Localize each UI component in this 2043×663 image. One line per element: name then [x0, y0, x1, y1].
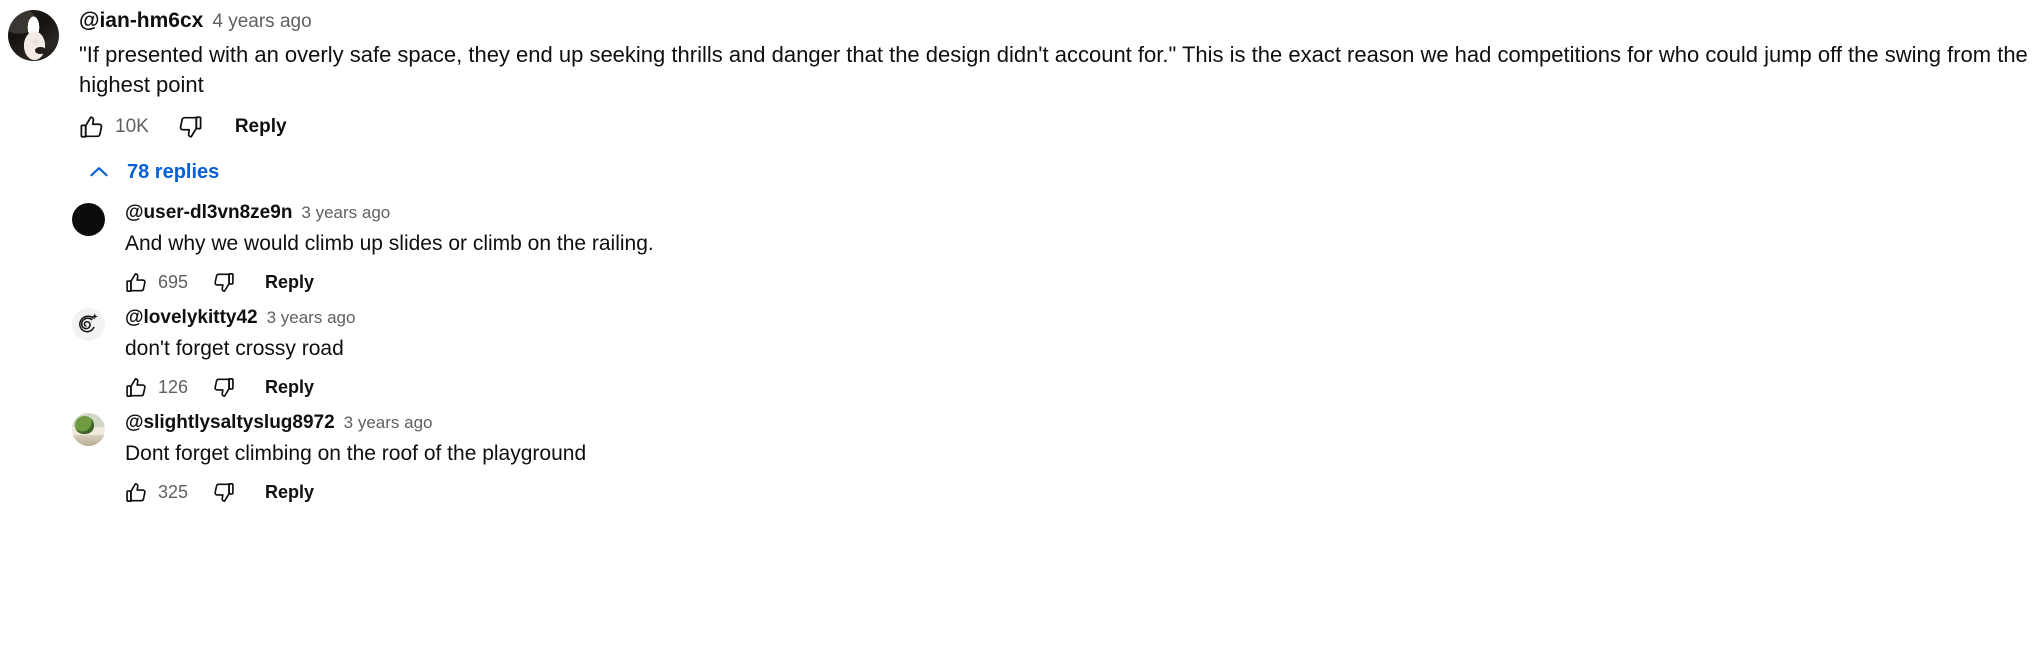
comment-header: @lovelykitty42 3 years ago	[125, 308, 2043, 327]
thumbs-up-icon	[79, 114, 105, 140]
comment-author[interactable]: @ian-hm6cx	[79, 10, 203, 31]
comment-action-bar: 695 Reply	[125, 271, 2043, 294]
thumbs-up-icon	[125, 481, 148, 504]
comment-action-bar: 325 Reply	[125, 481, 2043, 504]
like-button[interactable]	[125, 271, 148, 294]
comment-action-bar: 10K Reply	[79, 114, 2043, 140]
replies-count-label: 78 replies	[127, 160, 220, 183]
like-count: 126	[158, 377, 189, 397]
thumbs-down-icon	[212, 376, 235, 399]
chevron-up-icon	[86, 159, 112, 185]
like-count: 10K	[115, 116, 149, 137]
reply-comment: @slightlysaltyslug8972 3 years ago Dont …	[72, 413, 2043, 504]
comment-action-bar: 126 Reply	[125, 376, 2043, 399]
comment-timestamp[interactable]: 3 years ago	[301, 204, 390, 221]
avatar-link[interactable]	[72, 413, 105, 446]
thumbs-down-icon	[177, 114, 203, 140]
reply-button[interactable]: Reply	[265, 377, 314, 398]
like-button[interactable]	[125, 481, 148, 504]
reply-button[interactable]: Reply	[235, 116, 287, 138]
like-count: 325	[158, 482, 189, 502]
comments-section: @ian-hm6cx 4 years ago "If presented wit…	[0, 0, 2043, 504]
avatar-link[interactable]	[72, 203, 105, 236]
thumbs-up-icon	[125, 376, 148, 399]
top-level-comment: @ian-hm6cx 4 years ago "If presented wit…	[0, 8, 2043, 140]
avatar[interactable]	[8, 10, 59, 61]
like-button[interactable]	[79, 114, 105, 140]
like-button[interactable]	[125, 376, 148, 399]
comment-author[interactable]: @user-dl3vn8ze9n	[125, 203, 292, 222]
reply-button[interactable]: Reply	[265, 482, 314, 503]
dislike-button[interactable]	[212, 481, 235, 504]
avatar[interactable]	[72, 203, 105, 236]
dislike-button[interactable]	[212, 376, 235, 399]
comment-header: @slightlysaltyslug8972 3 years ago	[125, 413, 2043, 432]
comment-text: "If presented with an overly safe space,…	[79, 42, 2034, 97]
comment-author[interactable]: @lovelykitty42	[125, 308, 258, 327]
avatar[interactable]	[72, 413, 105, 446]
dislike-button[interactable]	[177, 114, 203, 140]
replies-list: @user-dl3vn8ze9n 3 years ago And why we …	[0, 203, 2043, 504]
comment-text: don't forget crossy road	[125, 337, 344, 360]
comment-text: And why we would climb up slides or clim…	[125, 232, 654, 255]
avatar[interactable]	[72, 308, 105, 341]
avatar-link[interactable]	[8, 10, 59, 61]
comment-timestamp[interactable]: 3 years ago	[344, 414, 433, 431]
dislike-button[interactable]	[212, 271, 235, 294]
reply-comment: @lovelykitty42 3 years ago don't forget …	[72, 308, 2043, 399]
comment-timestamp[interactable]: 4 years ago	[212, 12, 311, 31]
thumbs-up-icon	[125, 271, 148, 294]
thumbs-down-icon	[212, 481, 235, 504]
comment-author[interactable]: @slightlysaltyslug8972	[125, 413, 335, 432]
toggle-replies-button[interactable]: 78 replies	[86, 159, 219, 185]
thumbs-down-icon	[212, 271, 235, 294]
like-count: 695	[158, 272, 189, 292]
comment-body: @slightlysaltyslug8972 3 years ago Dont …	[125, 413, 2043, 504]
comment-text: Dont forget climbing on the roof of the …	[125, 442, 587, 465]
comment-body: @ian-hm6cx 4 years ago "If presented wit…	[79, 10, 2043, 140]
avatar-link[interactable]	[72, 308, 105, 341]
comment-body: @lovelykitty42 3 years ago don't forget …	[125, 308, 2043, 399]
swirl-glyph	[79, 313, 99, 333]
comment-body: @user-dl3vn8ze9n 3 years ago And why we …	[125, 203, 2043, 294]
reply-button[interactable]: Reply	[265, 272, 314, 293]
comment-header: @ian-hm6cx 4 years ago	[79, 10, 2043, 31]
comment-header: @user-dl3vn8ze9n 3 years ago	[125, 203, 2043, 222]
reply-comment: @user-dl3vn8ze9n 3 years ago And why we …	[72, 203, 2043, 294]
comment-timestamp[interactable]: 3 years ago	[267, 309, 356, 326]
